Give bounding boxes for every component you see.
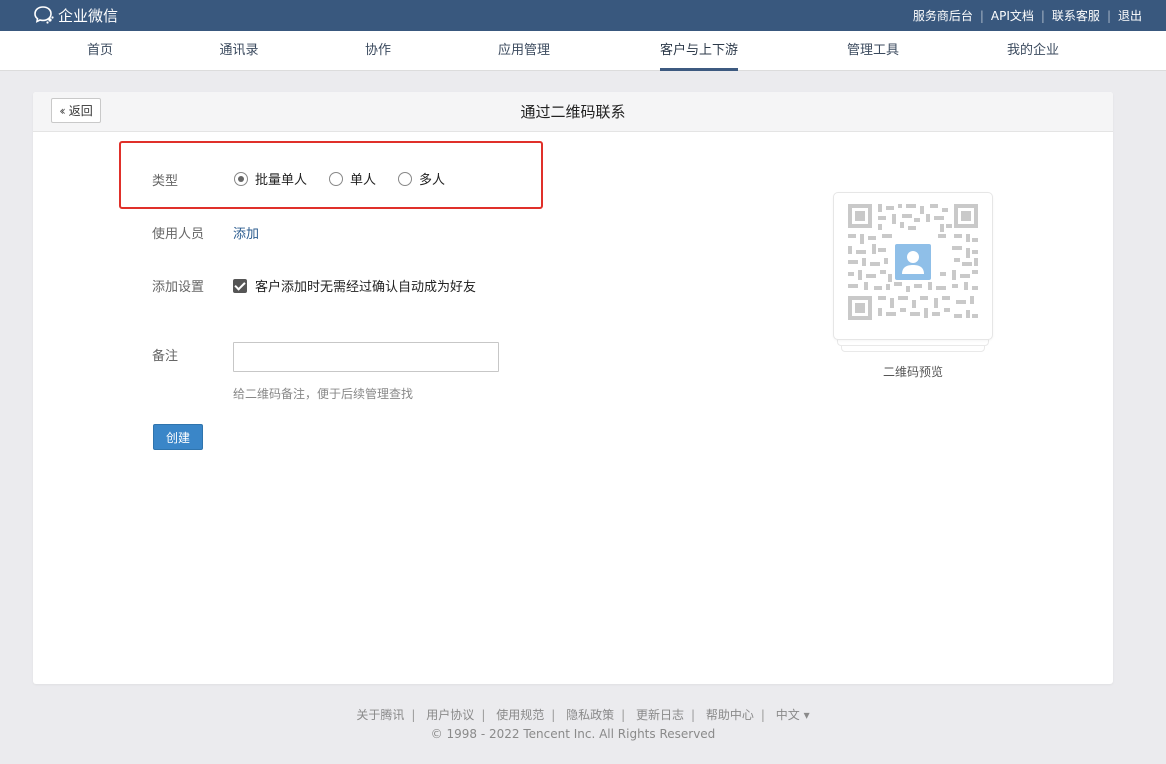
radio-label: 单人	[350, 173, 377, 188]
nav-management-tools[interactable]: 管理工具	[847, 31, 899, 71]
nav-customers[interactable]: 客户与上下游	[659, 31, 739, 71]
separator: |	[1106, 8, 1111, 23]
radio-label: 批量单人	[255, 173, 308, 188]
radio-unchecked-icon	[398, 171, 413, 186]
footer-links: 关于腾讯 | 用户协议 | 使用规范 | 隐私政策 | 更新日志 | 帮助中心 | 中文 ▾	[0, 706, 1166, 723]
radio-label: 多人	[419, 173, 446, 188]
footer-language-select[interactable]: 中文 ▾	[776, 708, 810, 722]
footer-about-link[interactable]: 关于腾讯	[356, 708, 404, 722]
back-button-label: 返回	[68, 104, 93, 118]
brand[interactable]: 企业微信	[33, 5, 118, 25]
remark-label: 备注	[152, 349, 179, 364]
create-button[interactable]: 创建	[153, 424, 203, 450]
footer-help-link[interactable]: 帮助中心	[706, 708, 754, 722]
type-radio-multi[interactable]: 多人	[398, 169, 445, 188]
separator: |	[1040, 8, 1045, 23]
nav-collaboration[interactable]: 协作	[365, 31, 391, 71]
footer-terms-link[interactable]: 用户协议	[426, 708, 474, 722]
brand-name: 企业微信	[58, 6, 119, 25]
auto-accept-checkbox[interactable]: 客户添加时无需经过确认自动成为好友	[233, 276, 476, 295]
nav-app-management[interactable]: 应用管理	[498, 31, 550, 71]
qr-preview-caption: 二维码预览	[882, 365, 943, 379]
footer-changelog-link[interactable]: 更新日志	[636, 708, 684, 722]
add-users-link[interactable]: 添加	[233, 223, 259, 242]
type-label: 类型	[152, 174, 179, 189]
contact-support-link[interactable]: 联系客服	[1052, 7, 1100, 24]
remark-input[interactable]	[233, 342, 499, 372]
double-chevron-left-icon: ‹‹	[59, 103, 65, 118]
separator: |	[551, 708, 556, 722]
users-label: 使用人员	[152, 227, 205, 242]
separator: |	[690, 708, 696, 722]
page-title: 通过二维码联系	[520, 103, 626, 121]
separator: |	[411, 708, 416, 722]
checkbox-checked-icon	[233, 278, 247, 293]
separator: |	[979, 8, 984, 23]
qr-code-icon	[848, 204, 978, 320]
copyright: © 1998 - 2022 Tencent Inc. All Rights Re…	[430, 727, 716, 741]
auto-accept-label: 客户添加时无需经过确认自动成为好友	[255, 280, 477, 295]
settings-label: 添加设置	[152, 280, 205, 295]
radio-unchecked-icon	[329, 171, 344, 186]
back-button[interactable]: ‹‹ 返回	[51, 98, 101, 123]
nav-my-enterprise[interactable]: 我的企业	[1007, 31, 1059, 71]
wecom-logo-icon	[34, 6, 54, 24]
nav-contacts[interactable]: 通讯录	[219, 31, 258, 71]
separator: |	[481, 708, 486, 722]
separator: |	[760, 708, 765, 722]
radio-checked-icon	[234, 171, 248, 186]
footer-rules-link[interactable]: 使用规范	[496, 708, 544, 722]
nav-home[interactable]: 首页	[87, 31, 113, 71]
main-card: 通过二维码联系 ‹‹ 返回 类型 批量单人 单人 多人 使用人员 添加 添加设置…	[33, 92, 1113, 684]
api-docs-link[interactable]: API文档	[991, 7, 1034, 24]
logout-link[interactable]: 退出	[1118, 7, 1142, 24]
type-radio-batch-single[interactable]: 批量单人	[234, 169, 307, 188]
remark-hint: 给二维码备注，便于后续管理查找	[233, 387, 414, 401]
type-radio-group: 批量单人 单人 多人	[234, 169, 467, 188]
top-links: 服务商后台 | API文档 | 联系客服 | 退出	[913, 0, 1142, 31]
type-radio-single[interactable]: 单人	[329, 169, 376, 188]
separator: |	[621, 708, 626, 722]
top-bar: 企业微信 服务商后台 | API文档 | 联系客服 | 退出	[0, 0, 1166, 31]
footer-privacy-link[interactable]: 隐私政策	[566, 708, 614, 722]
card-header: 通过二维码联系 ‹‹ 返回	[33, 92, 1113, 132]
main-nav: 首页 通讯录 协作 应用管理 客户与上下游 管理工具 我的企业	[0, 31, 1166, 71]
provider-console-link[interactable]: 服务商后台	[913, 7, 973, 24]
qr-preview-card	[833, 192, 993, 340]
